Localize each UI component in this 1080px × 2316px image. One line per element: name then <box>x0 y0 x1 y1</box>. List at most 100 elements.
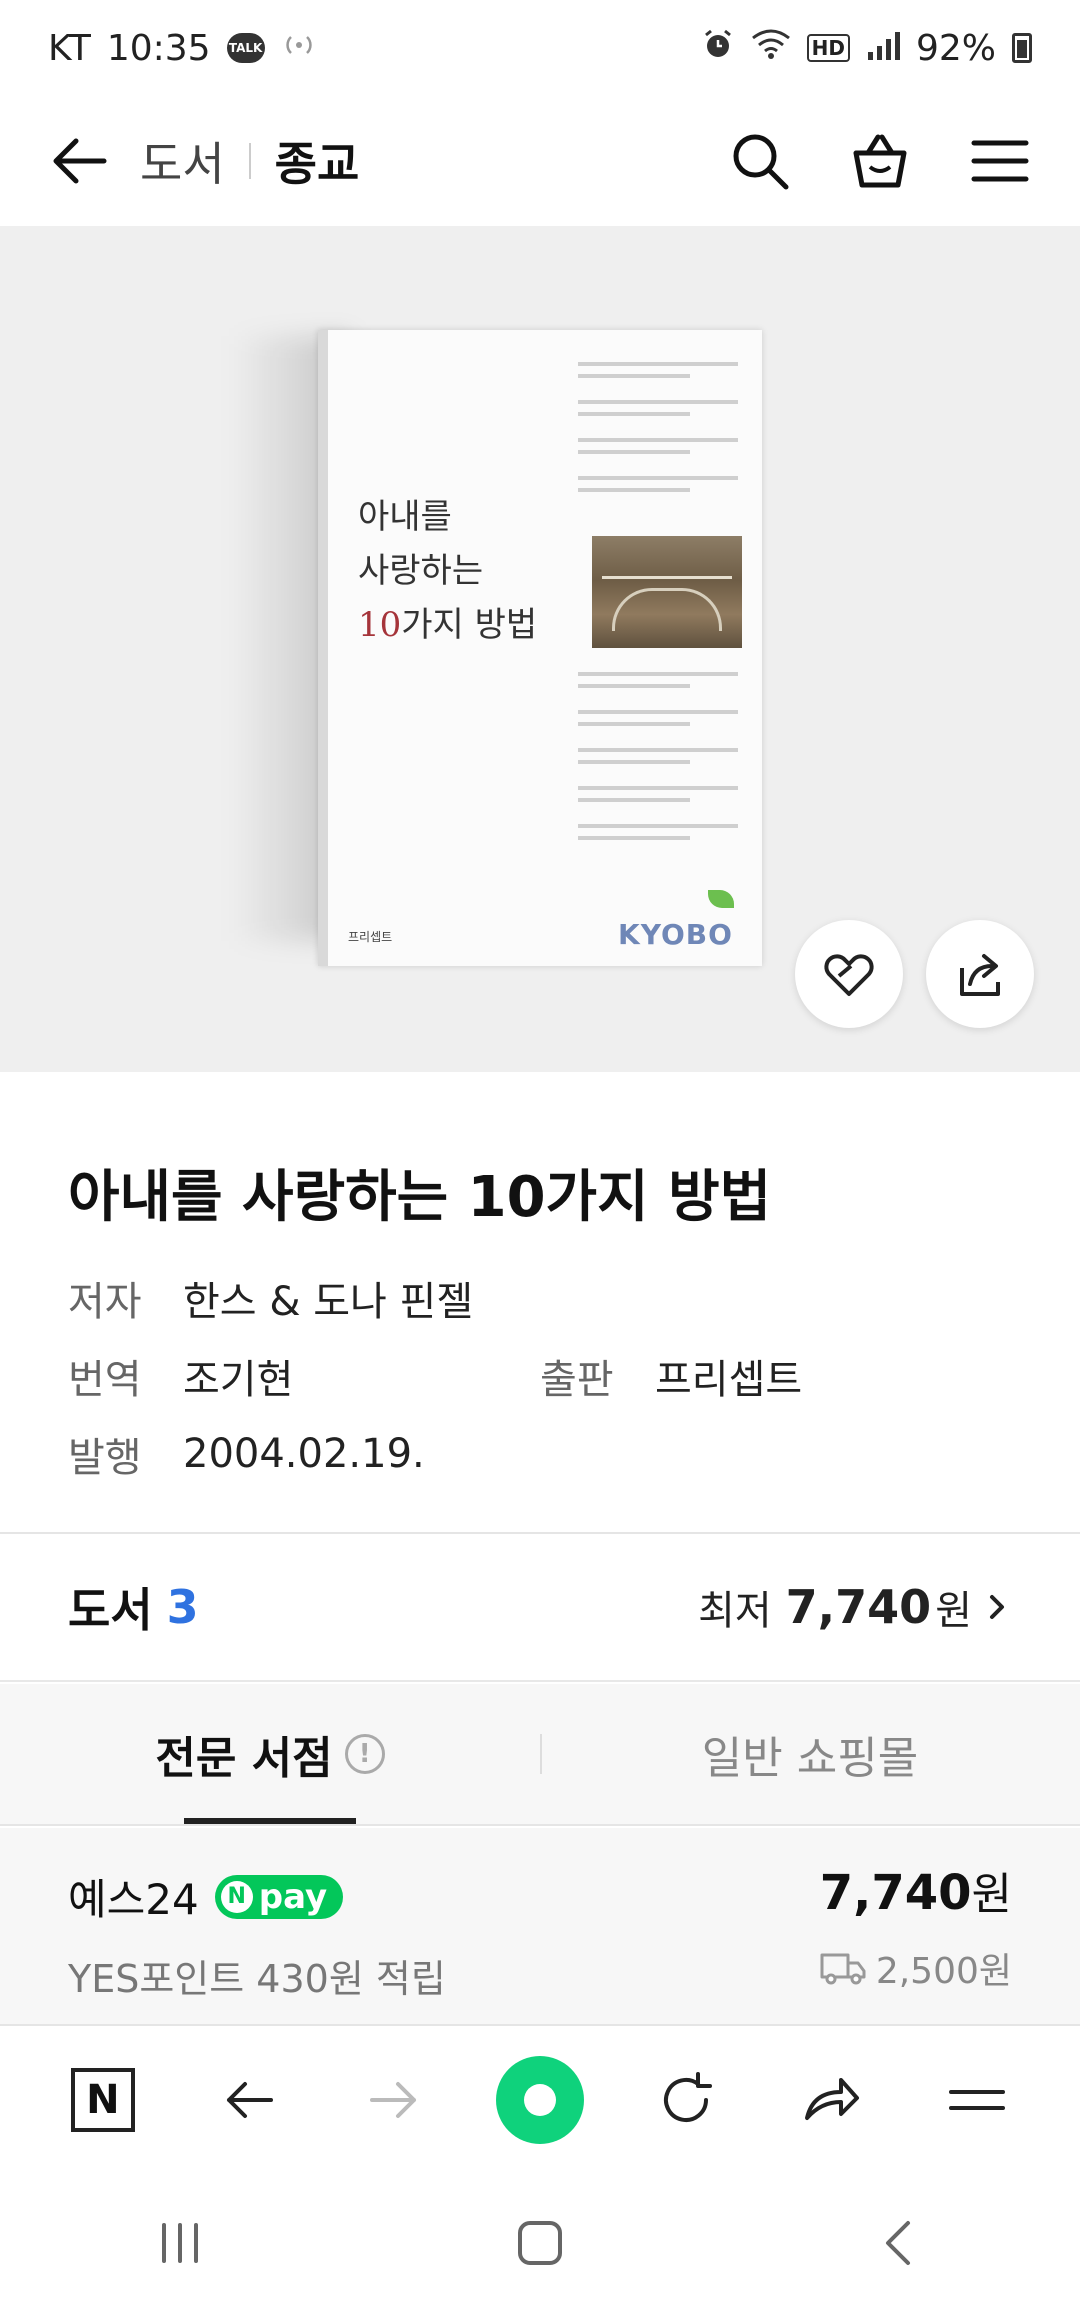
home-button[interactable] <box>510 2213 570 2277</box>
browser-forward-button[interactable] <box>344 2050 444 2150</box>
translator-group: 번역 조기현 <box>68 1347 540 1405</box>
breadcrumb: 도서 종교 <box>140 128 359 194</box>
translator-publisher-row: 번역 조기현 출판 프리셉트 <box>68 1351 1012 1403</box>
delivery-truck-icon <box>820 1953 866 1985</box>
browser-toolbar: N <box>0 2024 1080 2174</box>
hd-icon: HD <box>806 34 850 62</box>
arrow-left-icon <box>53 138 107 184</box>
publisher-value[interactable]: 프리셉트 <box>655 1347 802 1405</box>
search-icon <box>733 134 789 190</box>
system-back-button[interactable] <box>870 2213 930 2277</box>
date-value: 2004.02.19. <box>183 1431 425 1477</box>
cart-button[interactable] <box>840 121 920 201</box>
alarm-icon <box>701 27 735 70</box>
kakaotalk-icon: TALK <box>226 33 265 63</box>
cover-title: 아내를 사랑하는 10가지 방법 <box>358 497 538 645</box>
seller-name: 예스24 <box>68 1875 199 1924</box>
browser-share-button[interactable] <box>781 2050 881 2150</box>
heart-icon <box>824 954 874 996</box>
refresh-icon <box>663 2072 712 2122</box>
seller-price-value: 7,740 <box>819 1865 972 1921</box>
npay-n-icon: N <box>220 1880 253 1913</box>
green-dot-icon <box>495 2056 584 2144</box>
wifi-icon <box>751 28 791 69</box>
tab-general-malls[interactable]: 일반 쇼핑몰 <box>540 1684 1080 1824</box>
naver-n-icon: N <box>70 2068 135 2132</box>
npay-badge: N pay <box>214 1874 344 1919</box>
cover-bridge-photo <box>592 536 742 648</box>
status-right: HD 92% <box>701 27 1032 70</box>
menu-lines-icon <box>949 2090 1006 2110</box>
book-cover-image[interactable]: 아내를 사랑하는 10가지 방법 프리셉트 KYOBO <box>318 330 762 966</box>
product-title: 아내를 사랑하는 10가지 방법 <box>68 1165 772 1230</box>
info-icon[interactable]: ! <box>344 1734 385 1774</box>
recent-apps-icon <box>162 2223 198 2263</box>
status-left: KT 10:35 TALK <box>48 28 317 69</box>
store-type-tabs: 전문 서점 ! 일반 쇼핑몰 <box>0 1684 1080 1826</box>
battery-icon <box>1012 33 1032 63</box>
lowest-currency: 원 <box>935 1588 972 1634</box>
naver-home-button[interactable]: N <box>53 2050 153 2150</box>
menu-button[interactable] <box>960 121 1040 201</box>
seller-row[interactable]: 예스24 N pay YES포인트 430원 적립 7,740원 2,500원 <box>0 1828 1080 2024</box>
cover-text-lines <box>578 354 738 500</box>
header-actions <box>720 121 1040 201</box>
browser-back-button[interactable] <box>199 2050 299 2150</box>
author-label: 저자 <box>68 1279 142 1325</box>
tab-specialty-bookstores[interactable]: 전문 서점 ! <box>0 1684 540 1824</box>
home-icon <box>518 2221 562 2265</box>
shipping-fee: 2,500원 <box>820 1942 1012 1994</box>
author-value[interactable]: 한스 & 도나 핀젤 <box>183 1269 473 1327</box>
cover-text-lines-lower <box>578 664 738 848</box>
browser-menu-button[interactable] <box>927 2050 1027 2150</box>
offer-summary-row[interactable]: 도서 3 최저 7,740 원 <box>0 1534 1080 1682</box>
product-info: 아내를 사랑하는 10가지 방법 저자 한스 & 도나 핀젤 번역 조기현 출판… <box>0 1072 1080 1532</box>
green-dot-button[interactable] <box>490 2050 590 2150</box>
lowest-label: 최저 <box>698 1588 772 1634</box>
carrier-label: KT <box>48 27 91 69</box>
breadcrumb-parent[interactable]: 도서 <box>140 128 225 194</box>
share-arrow-icon <box>805 2078 860 2120</box>
chevron-left-icon <box>886 2221 910 2265</box>
date-label: 발행 <box>68 1435 142 1481</box>
battery-percent: 92% <box>915 27 996 69</box>
android-nav-bar <box>0 2174 1080 2316</box>
translator-value[interactable]: 조기현 <box>183 1347 293 1405</box>
signal-icon <box>866 28 900 69</box>
offer-count: 3 <box>166 1580 199 1634</box>
arrow-left-icon <box>226 2082 273 2118</box>
status-bar: KT 10:35 TALK HD 92% <box>0 0 1080 96</box>
lowest-price: 7,740 <box>785 1580 932 1634</box>
hamburger-menu-icon <box>971 140 1029 182</box>
kyobo-leaf-icon <box>708 890 734 908</box>
breadcrumb-separator <box>248 143 251 179</box>
cover-logo: KYOBO <box>618 918 733 951</box>
npay-label: pay <box>258 1876 328 1917</box>
publisher-label: 출판 <box>540 1357 614 1403</box>
seller-price-currency: 원 <box>971 1869 1012 1920</box>
date-row: 발행 2004.02.19. <box>68 1429 1012 1481</box>
back-button[interactable] <box>40 121 120 201</box>
recent-apps-button[interactable] <box>150 2213 210 2277</box>
shipping-fee-value: 2,500원 <box>875 1951 1012 1992</box>
translator-label: 번역 <box>68 1357 142 1403</box>
cover-publisher: 프리셉트 <box>348 930 393 944</box>
chevron-right-icon <box>990 1595 1004 1619</box>
tab-label: 전문 서점 <box>155 1733 333 1784</box>
wishlist-button[interactable] <box>795 920 903 1028</box>
seller-price: 7,740원 <box>820 1858 1012 1922</box>
offer-category-label: 도서 <box>68 1583 153 1637</box>
share-button[interactable] <box>926 920 1034 1028</box>
book-image-area: 아내를 사랑하는 10가지 방법 프리셉트 KYOBO <box>0 226 1080 1072</box>
top-header: 도서 종교 <box>0 96 1080 226</box>
tab-label: 일반 쇼핑몰 <box>701 1733 919 1784</box>
seller-name-row: 예스24 N pay <box>68 1866 344 1927</box>
breadcrumb-current[interactable]: 종교 <box>275 128 360 194</box>
seller-points: YES포인트 430원 적립 <box>68 1957 446 2001</box>
lowest-price-link[interactable]: 최저 7,740 원 <box>698 1578 1012 1636</box>
share-icon <box>960 954 1000 996</box>
refresh-button[interactable] <box>636 2050 736 2150</box>
search-button[interactable] <box>720 121 800 201</box>
publisher-group: 출판 프리셉트 <box>540 1347 1012 1405</box>
shopping-bag-icon <box>853 134 907 188</box>
